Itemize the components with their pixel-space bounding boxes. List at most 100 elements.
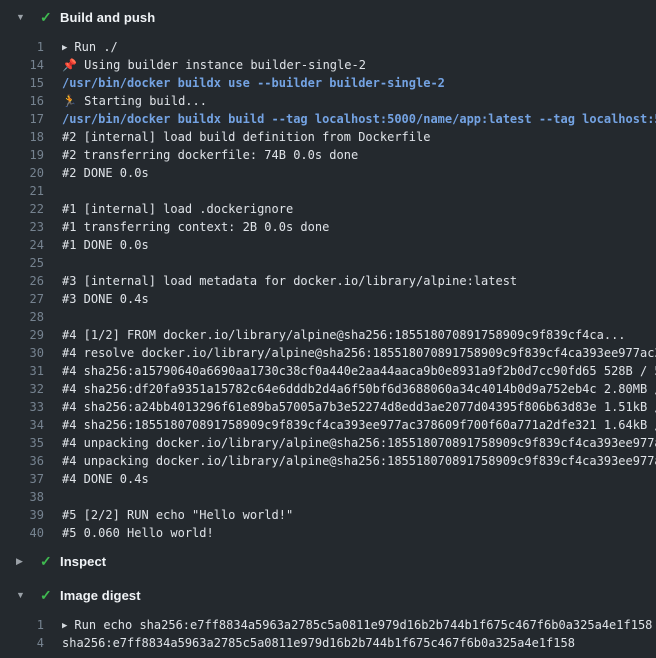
line-number-link[interactable]: 37	[0, 470, 44, 488]
step-header-build-and-push[interactable]: ▼✓Build and push	[0, 0, 656, 34]
line-number-link[interactable]: 18	[0, 128, 44, 146]
log-line: 28	[0, 308, 656, 326]
log-lines-image-digest: 1 ▶ Run echo sha256:e7ff8834a5963a2785c5a0…	[0, 612, 656, 654]
log-line-text: ▶ Run ./	[62, 38, 656, 56]
line-number-link[interactable]: 40	[0, 524, 44, 542]
line-number-link[interactable]: 20	[0, 164, 44, 182]
line-number-link[interactable]: 17	[0, 110, 44, 128]
log-line: 37 #4 DONE 0.4s	[0, 470, 656, 488]
log-line-text: #4 DONE 0.4s	[62, 470, 656, 488]
log-line-text: #4 resolve docker.io/library/alpine@sha2…	[62, 344, 656, 362]
log-line-text: #2 [internal] load build definition from…	[62, 128, 656, 146]
chevron-down-icon: ▼	[16, 0, 40, 34]
log-line: 16 🏃 Starting build...	[0, 92, 656, 110]
log-line-text: 📌 Using builder instance builder-single-…	[62, 56, 656, 74]
expand-run-group-icon[interactable]: ▶	[62, 617, 67, 634]
line-number-link[interactable]: 22	[0, 200, 44, 218]
step-header-inspect[interactable]: ▶✓Inspect	[0, 544, 656, 578]
run-group-label: Run echo sha256:e7ff8834a5963a2785c5a081…	[74, 618, 652, 632]
line-number-link[interactable]: 4	[0, 634, 44, 652]
log-line-text: #3 [internal] load metadata for docker.i…	[62, 272, 656, 290]
log-line: 39 #5 [2/2] RUN echo "Hello world!"	[0, 506, 656, 524]
log-line: 36 #4 unpacking docker.io/library/alpine@…	[0, 452, 656, 470]
line-number-link[interactable]: 21	[0, 182, 44, 200]
line-number-link[interactable]: 30	[0, 344, 44, 362]
log-line: 4 sha256:e7ff8834a5963a2785c5a0811e979d16…	[0, 634, 656, 652]
log-line-text: #4 sha256:a24bb4013296f61e89ba57005a7b3e…	[62, 398, 656, 416]
line-number-link[interactable]: 25	[0, 254, 44, 272]
line-number-link[interactable]: 35	[0, 434, 44, 452]
log-line-text: 🏃 Starting build...	[62, 92, 656, 110]
log-line-text: #2 transferring dockerfile: 74B 0.0s don…	[62, 146, 656, 164]
log-line-text: #4 unpacking docker.io/library/alpine@sh…	[62, 434, 656, 452]
log-line: 30 #4 resolve docker.io/library/alpine@sh…	[0, 344, 656, 362]
line-number-link[interactable]: 23	[0, 218, 44, 236]
log-line: 14 📌 Using builder instance builder-singl…	[0, 56, 656, 74]
log-line-text: #4 sha256:df20fa9351a15782c64e6dddb2d4a6…	[62, 380, 656, 398]
run-group-label: Run ./	[74, 40, 117, 54]
step-header-image-digest[interactable]: ▼✓Image digest	[0, 578, 656, 612]
line-number-link[interactable]: 19	[0, 146, 44, 164]
log-line-text: #1 transferring context: 2B 0.0s done	[62, 218, 656, 236]
log-line: 40 #5 0.060 Hello world!	[0, 524, 656, 542]
log-line: 18 #2 [internal] load build definition fr…	[0, 128, 656, 146]
log-line: 27 #3 DONE 0.4s	[0, 290, 656, 308]
line-number-link[interactable]: 33	[0, 398, 44, 416]
log-line-text: #3 DONE 0.4s	[62, 290, 656, 308]
log-line-text: #2 DONE 0.0s	[62, 164, 656, 182]
log-line: 34 #4 sha256:185518070891758909c9f839cf4c…	[0, 416, 656, 434]
log-line: 24#1 DONE 0.0s	[0, 236, 656, 254]
log-command-text: /usr/bin/docker buildx use --builder bui…	[62, 74, 656, 92]
log-line: 31#4 sha256:a15790640a6690aa1730c38cf0a4…	[0, 362, 656, 380]
line-number-link[interactable]: 26	[0, 272, 44, 290]
chevron-down-icon: ▼	[16, 578, 40, 612]
workflow-job-log-viewer: ▼✓Build and push1▶Run ./14📌 Using builde…	[0, 0, 656, 658]
line-number-link[interactable]: 34	[0, 416, 44, 434]
line-number-link[interactable]: 1	[0, 616, 44, 634]
log-line: 25	[0, 254, 656, 272]
log-line: 1 ▶ Run echo sha256:e7ff8834a5963a2785c5a0…	[0, 616, 656, 634]
log-line: 33 #4 sha256:a24bb4013296f61e89ba57005a7b…	[0, 398, 656, 416]
log-line-text	[62, 488, 656, 506]
log-line-text	[62, 182, 656, 200]
line-number-link[interactable]: 27	[0, 290, 44, 308]
line-number-link[interactable]: 38	[0, 488, 44, 506]
line-number-link[interactable]: 1	[0, 38, 44, 56]
log-line-text: #4 sha256:185518070891758909c9f839cf4ca3…	[62, 416, 656, 434]
log-line: 1 ▶ Run ./	[0, 38, 656, 56]
log-line: 23 #1 transferring context: 2B 0.0s done	[0, 218, 656, 236]
line-number-link[interactable]: 28	[0, 308, 44, 326]
line-number-link[interactable]: 32	[0, 380, 44, 398]
step-label-image-digest: Image digest	[60, 588, 141, 603]
line-number-link[interactable]: 31	[0, 362, 44, 380]
log-line: 19 #2 transferring dockerfile: 74B 0.0s d…	[0, 146, 656, 164]
expand-run-group-icon[interactable]: ▶	[62, 39, 67, 56]
log-line-text	[62, 254, 656, 272]
log-line: 29 #4 [1/2] FROM docker.io/library/alpine…	[0, 326, 656, 344]
line-number-link[interactable]: 24	[0, 236, 44, 254]
log-line: 20 #2 DONE 0.0s	[0, 164, 656, 182]
log-line-text: sha256:e7ff8834a5963a2785c5a0811e979d16b…	[62, 634, 656, 652]
log-line-text: #5 0.060 Hello world!	[62, 524, 656, 542]
log-line-text: #1 [internal] load .dockerignore	[62, 200, 656, 218]
log-line-text: #4 unpacking docker.io/library/alpine@sh…	[62, 452, 656, 470]
log-line: 35 #4 unpacking docker.io/library/alpine@…	[0, 434, 656, 452]
line-number-link[interactable]: 16	[0, 92, 44, 110]
step-label-inspect: Inspect	[60, 554, 106, 569]
log-lines-build-and-push: 1 ▶ Run ./ 14 📌 Using builder instance build…	[0, 34, 656, 544]
success-check-icon: ✓	[40, 587, 60, 604]
line-number-link[interactable]: 29	[0, 326, 44, 344]
log-line-text: ▶ Run echo sha256:e7ff8834a5963a2785c5a08…	[62, 616, 656, 634]
line-number-link[interactable]: 14	[0, 56, 44, 74]
log-line: 15/usr/bin/docker buildx use --builder b…	[0, 74, 656, 92]
log-line-text: #5 [2/2] RUN echo "Hello world!"	[62, 506, 656, 524]
log-line-text: #4 [1/2] FROM docker.io/library/alpine@s…	[62, 326, 656, 344]
success-check-icon: ✓	[40, 553, 60, 570]
log-line-text	[62, 308, 656, 326]
log-line: 38	[0, 488, 656, 506]
chevron-right-icon: ▶	[16, 544, 40, 578]
log-line: 21	[0, 182, 656, 200]
line-number-link[interactable]: 39	[0, 506, 44, 524]
line-number-link[interactable]: 36	[0, 452, 44, 470]
line-number-link[interactable]: 15	[0, 74, 44, 92]
